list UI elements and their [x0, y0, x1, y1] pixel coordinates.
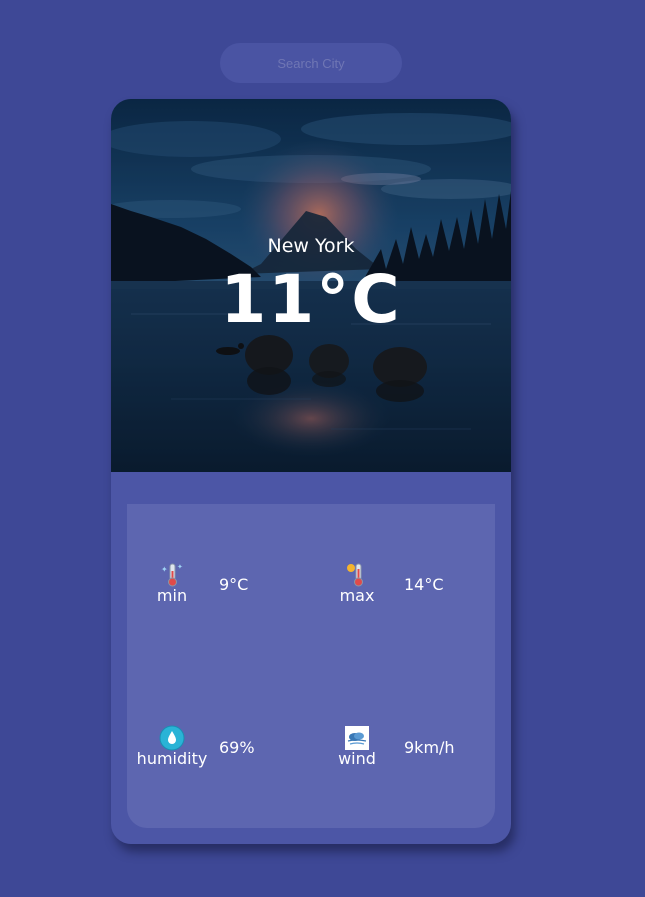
stat-humidity-value: 69%: [219, 738, 255, 757]
stat-min: ✦ ✦ min 9°C: [137, 562, 297, 612]
stat-humidity-label: humidity: [136, 749, 208, 768]
stat-humidity: humidity 69%: [137, 725, 297, 775]
stat-max: max 14°C: [322, 562, 482, 612]
city-name: New York: [267, 235, 355, 257]
stat-wind-label: wind: [338, 749, 376, 768]
weather-hero: New York 11°C: [111, 99, 511, 472]
stat-min-value: 9°C: [219, 575, 249, 594]
water-drop-icon: [137, 725, 207, 751]
stat-max-label: max: [339, 586, 375, 605]
stat-wind-value: 9km/h: [404, 738, 455, 757]
wind-icon: [322, 725, 392, 751]
weather-card: New York 11°C ✦ ✦ min 9°C max 14°C humid…: [111, 99, 511, 844]
svg-text:✦: ✦: [161, 565, 168, 574]
svg-text:✦: ✦: [177, 563, 183, 571]
page: New York 11°C ✦ ✦ min 9°C: [0, 0, 645, 897]
stat-wind: wind 9km/h: [322, 725, 482, 775]
thermometer-hot-icon: [322, 562, 392, 588]
search-city-input[interactable]: [220, 43, 402, 83]
current-temperature: 11°C: [220, 261, 402, 338]
stat-max-value: 14°C: [404, 575, 444, 594]
thermometer-cold-icon: ✦ ✦: [137, 562, 207, 588]
weather-details-panel: ✦ ✦ min 9°C max 14°C humidity 69% wind 9…: [127, 504, 495, 828]
stat-min-label: min: [156, 586, 188, 605]
